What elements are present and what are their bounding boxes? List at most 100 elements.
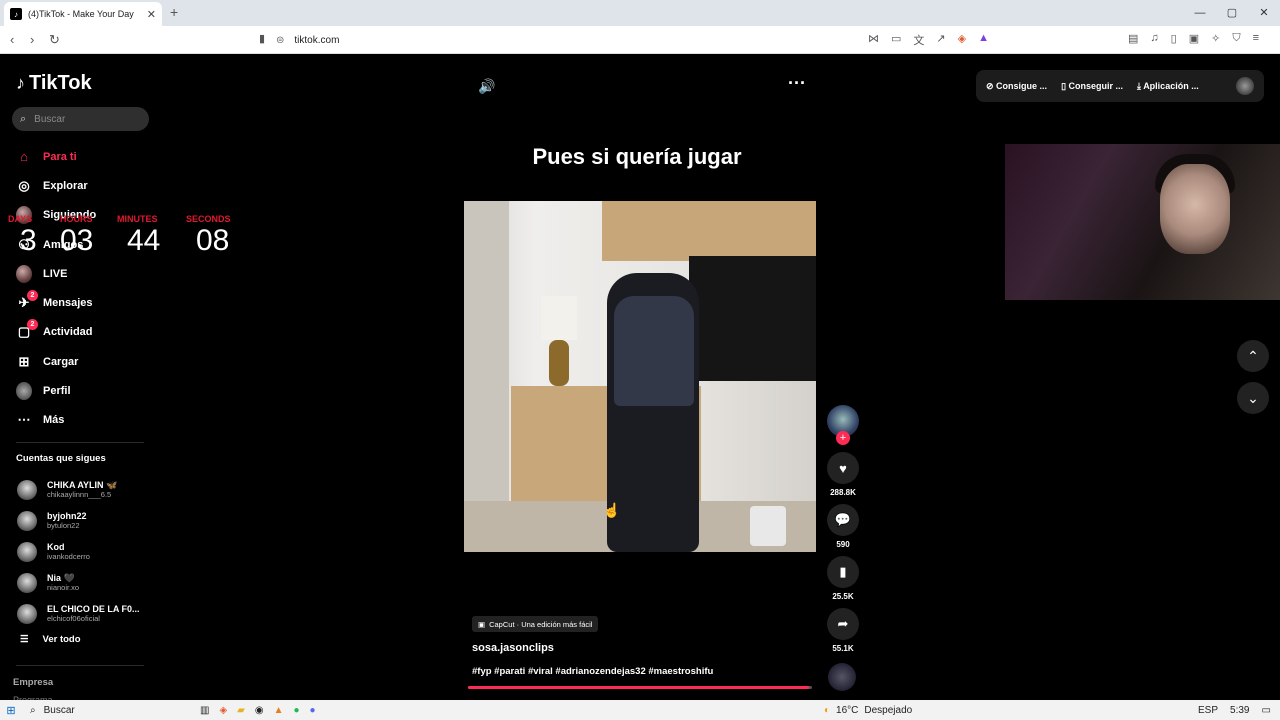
system-tray: ESP 5:39 ▭: [1198, 705, 1271, 716]
app-icon[interactable]: ▲: [274, 705, 284, 716]
explorer-app-icon[interactable]: ▰: [237, 705, 245, 716]
vpn-icon[interactable]: ⛉: [1232, 32, 1240, 45]
avatar: [17, 510, 37, 531]
sidebar-item-perfil[interactable]: Perfil: [16, 376, 96, 405]
taskbar-apps: ▥ ◈ ▰ ◉ ▲ ● ●: [200, 705, 316, 716]
get-app-button[interactable]: ▯ Conseguir ...: [1061, 81, 1123, 92]
translate-icon[interactable]: 文: [913, 32, 924, 48]
sidebar-item-mas[interactable]: ⋯ Más: [16, 406, 96, 435]
share-action[interactable]: ➦ 55.1K: [826, 608, 860, 653]
discord-app-icon[interactable]: ●: [310, 705, 316, 716]
bookmark-icon: ▮: [827, 556, 859, 588]
profile-icon: [16, 382, 32, 401]
chevron-up-icon: ⌃: [1247, 347, 1259, 364]
weather-widget[interactable]: ◐ 16°C Despejado: [824, 705, 912, 716]
bookmark-icon[interactable]: ▮: [259, 32, 265, 45]
video-player[interactable]: [464, 201, 816, 552]
share-count: 55.1K: [832, 644, 854, 653]
url-text: tiktok.com: [294, 34, 340, 46]
following-item[interactable]: Kod ivankodcerro: [17, 536, 140, 567]
taskbar-search-label: Buscar: [43, 704, 75, 716]
search-field[interactable]: ⌕ Buscar: [12, 107, 149, 131]
like-action[interactable]: ♥ 288.8K: [826, 452, 860, 497]
maximize-button[interactable]: ▢: [1216, 0, 1248, 26]
next-video-button[interactable]: ⌄: [1237, 382, 1269, 414]
video-overlay-text: Pues si quería jugar: [532, 144, 742, 169]
share-icon[interactable]: ↗: [936, 32, 945, 48]
notifications-icon[interactable]: ▭: [1261, 705, 1270, 716]
save-action[interactable]: ▮ 25.5K: [826, 556, 860, 601]
clock[interactable]: 5:39: [1230, 705, 1249, 716]
brave-shield-icon[interactable]: ◈: [958, 32, 966, 48]
taskbar-search[interactable]: ⌕ Buscar: [30, 705, 190, 716]
user-avatar[interactable]: [1236, 77, 1254, 95]
see-all-label: Ver todo: [42, 634, 81, 645]
minimize-button[interactable]: —: [1184, 0, 1216, 26]
language-indicator[interactable]: ESP: [1198, 705, 1218, 716]
divider: [16, 665, 144, 666]
music-disc-icon[interactable]: [828, 663, 856, 691]
follow-plus-icon[interactable]: +: [836, 431, 850, 445]
windows-start-icon[interactable]: ⊞: [0, 704, 22, 717]
brave-app-icon[interactable]: ◈: [219, 705, 227, 716]
sidebar-item-explorar[interactable]: ◎ Explorar: [16, 171, 96, 200]
previous-video-button[interactable]: ⌃: [1237, 340, 1269, 372]
reader-icon[interactable]: ⋈: [868, 32, 879, 48]
comment-action[interactable]: 💬 590: [826, 504, 860, 549]
get-coins-button[interactable]: ⊘ Consigue ...: [986, 81, 1047, 92]
sidebar-item-actividad[interactable]: ▢ 2 Actividad: [16, 318, 96, 347]
menu-icon[interactable]: ≡: [1253, 32, 1259, 45]
more-options-icon[interactable]: ···: [788, 73, 806, 94]
following-item[interactable]: byjohn22 bytulon22: [17, 505, 140, 536]
menu-label: Para ti: [43, 150, 77, 163]
countdown-minutes-value: 44: [127, 224, 161, 257]
footer-empresa-link[interactable]: Empresa: [13, 677, 53, 688]
sidebar-item-mensajes[interactable]: ✈ 2 Mensajes: [16, 288, 96, 317]
menu-label: LIVE: [43, 267, 68, 280]
sidebar-icon[interactable]: ▯: [1171, 32, 1177, 45]
mouse-cursor-icon: ☝: [603, 502, 621, 518]
list-icon: ☰: [20, 634, 29, 645]
following-item[interactable]: CHIKA AYLIN 🦋 chikaaylinnn___6.5: [17, 474, 140, 505]
playlist-icon[interactable]: ▤: [1128, 32, 1138, 45]
forward-icon[interactable]: ›: [30, 32, 34, 47]
sidebar-item-cargar[interactable]: ⊞ Cargar: [16, 347, 96, 376]
reload-icon[interactable]: ↻: [49, 32, 60, 48]
music-icon[interactable]: ♫: [1150, 32, 1158, 45]
leo-icon[interactable]: ✧: [1211, 32, 1220, 45]
creator-avatar[interactable]: +: [827, 405, 859, 445]
sidebar-item-para-ti[interactable]: ⌂ Para ti: [16, 142, 96, 171]
video-progress-fill: [468, 686, 809, 689]
chevron-down-icon: ⌄: [1247, 389, 1259, 406]
download-app-button[interactable]: ⤓ Aplicación ...: [1137, 81, 1199, 92]
sidebar-item-live[interactable]: LIVE: [16, 259, 96, 288]
video-author[interactable]: sosa.jasonclips: [472, 642, 554, 654]
following-handle: ivankodcerro: [47, 552, 90, 561]
more-icon: ⋯: [17, 412, 31, 428]
following-name: Nia 🖤: [47, 573, 75, 583]
see-all-link[interactable]: ☰ Ver todo: [20, 634, 81, 645]
tab-close-icon[interactable]: ✕: [147, 8, 156, 21]
capcut-badge[interactable]: ▣ CapCut · Una edición más fácil: [472, 616, 599, 632]
capcut-icon: ▣: [478, 619, 486, 629]
video-lamp: [541, 296, 577, 340]
tiktok-logo[interactable]: ♪ TikTok: [16, 72, 92, 95]
video-hashtags[interactable]: #fyp #parati #viral #adrianozendejas32 #…: [472, 666, 713, 677]
following-item[interactable]: Nia 🖤 nianoir.xo: [17, 567, 140, 598]
close-window-button[interactable]: ✕: [1248, 0, 1280, 26]
following-item[interactable]: EL CHICO DE LA F0... elchicof06oficial: [17, 598, 140, 629]
site-info-icon[interactable]: ⊜: [276, 35, 284, 46]
rewards-icon[interactable]: ▲: [978, 32, 989, 48]
task-view-icon[interactable]: ▥: [200, 705, 209, 716]
browser-tab-tiktok[interactable]: ♪ (4)TikTok - Make Your Day ✕: [4, 2, 162, 26]
menu-label: Actividad: [43, 326, 93, 339]
video-progress-bar[interactable]: [468, 686, 812, 689]
volume-icon[interactable]: 🔊: [478, 78, 495, 95]
back-icon[interactable]: ‹: [10, 32, 14, 47]
obs-app-icon[interactable]: ◉: [255, 705, 264, 716]
new-tab-button[interactable]: +: [170, 4, 178, 20]
countdown-days-value: 3: [20, 224, 37, 257]
spotify-app-icon[interactable]: ●: [294, 705, 300, 716]
wallet-icon[interactable]: ▣: [1189, 32, 1199, 45]
screen-icon[interactable]: ▭: [891, 32, 901, 48]
